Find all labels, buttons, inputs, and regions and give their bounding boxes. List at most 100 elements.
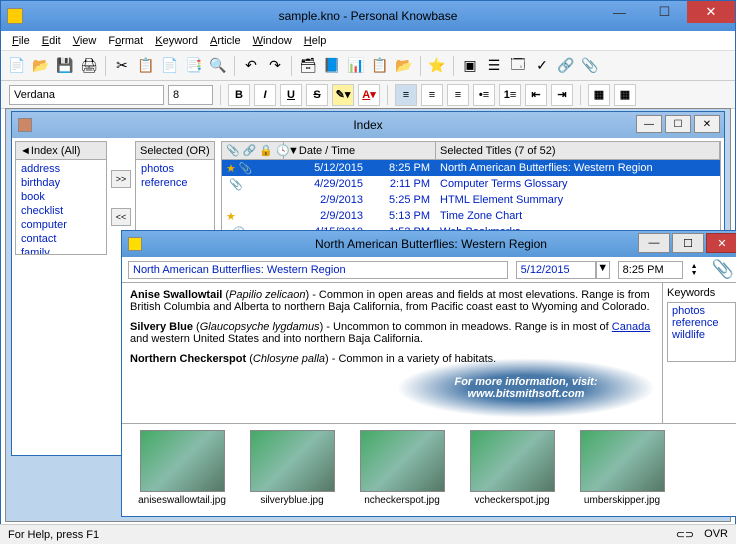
list-item[interactable]: reference <box>138 176 212 190</box>
list-item[interactable]: family <box>18 246 104 254</box>
index-titlebar[interactable]: Index — ☐ ✕ <box>12 112 724 138</box>
tool-e-button[interactable]: 📂 <box>393 55 415 77</box>
keyword-item[interactable]: wildlife <box>670 329 733 341</box>
bold-button[interactable]: B <box>228 84 250 106</box>
article-title-input[interactable] <box>128 261 508 279</box>
redo-button[interactable]: ↷ <box>264 55 286 77</box>
index-min-button[interactable]: — <box>636 115 662 133</box>
list-item[interactable]: birthday <box>18 176 104 190</box>
attachment-item[interactable]: umberskipper.jpg <box>572 430 672 509</box>
font-family-select[interactable] <box>9 85 164 105</box>
article-close-button[interactable]: ✕ <box>706 233 736 253</box>
selected-header[interactable]: Selected (OR) <box>136 142 214 160</box>
list-item[interactable]: computer <box>18 218 104 232</box>
tool-d-button[interactable]: 📋 <box>369 55 391 77</box>
date-dropdown-icon[interactable]: ▼ <box>596 261 610 279</box>
main-titlebar[interactable]: sample.kno - Personal Knowbase — ☐ ✕ <box>1 1 735 31</box>
list-item[interactable]: photos <box>138 162 212 176</box>
outdent-button[interactable]: ⇤ <box>525 84 547 106</box>
attachment-item[interactable]: aniseswallowtail.jpg <box>132 430 232 509</box>
font-color-button[interactable]: A▾ <box>358 84 380 106</box>
italic-button[interactable]: I <box>254 84 276 106</box>
table-row[interactable]: ★📎5/12/20158:25 PMNorth American Butterf… <box>222 160 720 176</box>
article-body[interactable]: Anise Swallowtail (Papilio zelicaon) - C… <box>122 283 662 423</box>
menu-article[interactable]: Article <box>204 33 247 49</box>
keyword-item[interactable]: photos <box>670 305 733 317</box>
maximize-button[interactable]: ☐ <box>642 1 687 23</box>
list-item[interactable]: contact <box>18 232 104 246</box>
new-button[interactable]: 📄 <box>6 55 28 77</box>
insert-table-button[interactable]: ▦ <box>614 84 636 106</box>
table-row[interactable]: 📎4/29/20152:11 PMComputer Terms Glossary <box>222 176 720 192</box>
menu-keyword[interactable]: Keyword <box>149 33 204 49</box>
print-button[interactable]: 🖨 <box>78 55 100 77</box>
list-item[interactable]: checklist <box>18 204 104 218</box>
attachment-item[interactable]: silveryblue.jpg <box>242 430 342 509</box>
find-button[interactable]: 🔍 <box>207 55 229 77</box>
col-icons[interactable]: 📎🔗🔒🕓 <box>222 142 284 159</box>
index-close-button[interactable]: ✕ <box>694 115 720 133</box>
align-center-button[interactable]: ≡ <box>421 84 443 106</box>
menu-window[interactable]: Window <box>247 33 298 49</box>
article-date-input[interactable] <box>516 261 596 279</box>
list-item[interactable]: address <box>18 162 104 176</box>
index-all-header[interactable]: ◄ Index (All) <box>16 142 106 160</box>
align-right-button[interactable]: ≡ <box>447 84 469 106</box>
attachments-strip[interactable]: aniseswallowtail.jpgsilveryblue.jpgnchec… <box>122 423 736 515</box>
font-size-select[interactable] <box>168 85 213 105</box>
indent-button[interactable]: ⇥ <box>551 84 573 106</box>
tool-a-button[interactable]: 🗃 <box>297 55 319 77</box>
col-date[interactable]: ▼ Date / Time <box>284 142 436 159</box>
tool-b-button[interactable]: 📘 <box>321 55 343 77</box>
paste-button[interactable]: 📄 <box>159 55 181 77</box>
close-button[interactable]: ✕ <box>687 1 735 23</box>
paste2-button[interactable]: 📑 <box>183 55 205 77</box>
cut-button[interactable]: ✂ <box>111 55 133 77</box>
undo-button[interactable]: ↶ <box>240 55 262 77</box>
tool-c-button[interactable]: 📊 <box>345 55 367 77</box>
menu-edit[interactable]: Edit <box>36 33 67 49</box>
spellcheck-button[interactable]: ✓ <box>531 55 553 77</box>
time-down-icon[interactable]: ▼ <box>691 270 698 277</box>
underline-button[interactable]: U <box>280 84 302 106</box>
tool-f-button[interactable]: ▣ <box>459 55 481 77</box>
strike-button[interactable]: S <box>306 84 328 106</box>
menu-file[interactable]: File <box>6 33 36 49</box>
menu-view[interactable]: View <box>67 33 103 49</box>
minimize-button[interactable]: — <box>597 1 642 23</box>
attachment-item[interactable]: ncheckerspot.jpg <box>352 430 452 509</box>
article-max-button[interactable]: ☐ <box>672 233 704 253</box>
canada-link[interactable]: Canada <box>612 321 651 333</box>
table-body[interactable]: ★📎5/12/20158:25 PMNorth American Butterf… <box>222 160 720 240</box>
keywords-list[interactable]: photosreferencewildlife <box>667 302 736 362</box>
bullet-button[interactable]: •≡ <box>473 84 495 106</box>
list-item[interactable]: book <box>18 190 104 204</box>
tool-i-button[interactable]: 📎 <box>579 55 601 77</box>
article-time-input[interactable] <box>618 261 683 279</box>
menu-help[interactable]: Help <box>298 33 333 49</box>
open-button[interactable]: 📂 <box>30 55 52 77</box>
star-button[interactable]: ⭐ <box>426 55 448 77</box>
col-title[interactable]: Selected Titles (7 of 52) <box>436 142 720 159</box>
copy-button[interactable]: 📋 <box>135 55 157 77</box>
time-up-icon[interactable]: ▲ <box>691 263 698 270</box>
table-row[interactable]: ★2/9/20135:13 PMTime Zone Chart <box>222 208 720 224</box>
insert-obj-button[interactable]: ▦ <box>588 84 610 106</box>
index-all-list[interactable]: addressbirthdaybookchecklistcomputercont… <box>16 160 106 254</box>
save-button[interactable]: 💾 <box>54 55 76 77</box>
table-row[interactable]: 2/9/20135:25 PMHTML Element Summary <box>222 192 720 208</box>
menu-format[interactable]: Format <box>102 33 149 49</box>
align-left-button[interactable]: ≡ <box>395 84 417 106</box>
number-button[interactable]: 1≡ <box>499 84 521 106</box>
index-max-button[interactable]: ☐ <box>665 115 691 133</box>
highlight-button[interactable]: ✎▾ <box>332 84 354 106</box>
add-keyword-button[interactable]: >> <box>111 170 131 188</box>
article-titlebar[interactable]: North American Butterflies: Western Regi… <box>122 231 736 257</box>
article-min-button[interactable]: — <box>638 233 670 253</box>
tool-h-button[interactable]: 🗔 <box>507 55 529 77</box>
link-button[interactable]: 🔗 <box>555 55 577 77</box>
keyword-item[interactable]: reference <box>670 317 733 329</box>
attachment-item[interactable]: vcheckerspot.jpg <box>462 430 562 509</box>
remove-keyword-button[interactable]: << <box>111 208 131 226</box>
tool-g-button[interactable]: ☰ <box>483 55 505 77</box>
